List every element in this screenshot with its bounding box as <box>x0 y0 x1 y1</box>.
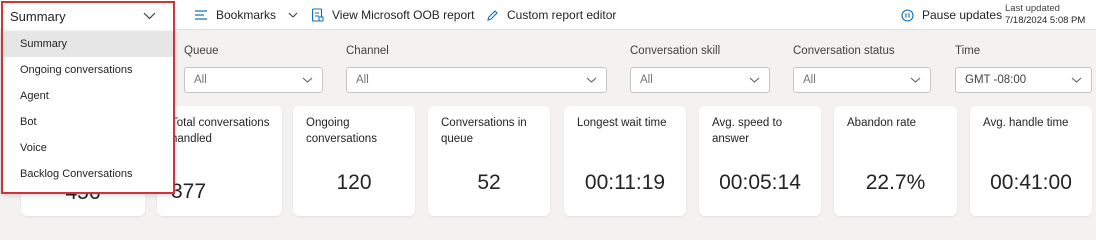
bookmarks-label: Bookmarks <box>216 8 277 22</box>
time-select-value: GMT -08:00 <box>965 74 1027 86</box>
edit-pencil-icon <box>487 9 498 21</box>
kpi-value: 00:11:19 <box>584 171 666 194</box>
channel-select-value: All <box>356 74 369 86</box>
report-select-value: Summary <box>10 8 66 24</box>
conversation-status-filter: Conversation status All <box>793 45 931 93</box>
pause-updates-button[interactable]: Pause updates <box>901 0 1002 30</box>
menu-item-backlog-conversations[interactable]: Backlog Conversations <box>1 161 174 187</box>
queue-filter-label: Queue <box>184 45 219 57</box>
channel-select[interactable]: All <box>346 67 607 93</box>
report-select[interactable]: Summary <box>1 1 174 31</box>
last-updated: Last updated 7/18/2024 5:08 PM <box>1005 3 1085 27</box>
kpi-value: 456 <box>21 193 145 205</box>
bookmark-list-icon <box>195 10 207 20</box>
kpi-card: Longest wait time 00:11:19 <box>564 106 686 216</box>
conversation-skill-filter: Conversation skill All <box>630 45 770 93</box>
kpi-value: 00:05:14 <box>719 171 801 194</box>
kpi-card: Conversations in queue 52 <box>428 106 550 216</box>
pause-circle-icon <box>901 8 914 22</box>
kpi-title: Longest wait time <box>577 117 667 129</box>
queue-select-value: All <box>194 74 207 86</box>
chevron-down-icon <box>586 77 597 83</box>
kpi-title: Total conversations handled <box>171 117 270 145</box>
chevron-down-icon <box>910 77 921 83</box>
chevron-down-icon <box>288 12 298 18</box>
kpi-card: Avg. speed to answer 00:05:14 <box>699 106 821 216</box>
oob-report-label: View Microsoft OOB report <box>332 8 475 22</box>
kpi-value: 120 <box>336 171 372 194</box>
queue-select[interactable]: All <box>184 67 323 93</box>
kpi-title: Conversations in queue <box>441 117 527 145</box>
menu-item-voice[interactable]: Voice <box>1 135 174 161</box>
custom-editor-label: Custom report editor <box>507 8 617 22</box>
menu-item-agent[interactable]: Agent <box>1 83 174 109</box>
chevron-down-icon <box>749 77 760 83</box>
kpi-value-peek: 456 <box>21 193 145 206</box>
pause-updates-label: Pause updates <box>922 8 1003 22</box>
queue-filter: Queue All <box>184 45 323 93</box>
status-select-value: All <box>803 74 816 86</box>
last-updated-value: 7/18/2024 5:08 PM <box>1005 15 1086 26</box>
channel-filter: Channel All <box>346 45 607 93</box>
menu-item-summary[interactable]: Summary <box>1 31 174 57</box>
kpi-title: Avg. handle time <box>983 117 1069 129</box>
kpi-card: Ongoing conversations 120 <box>293 106 415 216</box>
report-icon <box>311 8 324 22</box>
status-select[interactable]: All <box>793 67 931 93</box>
menu-item-ongoing-conversations[interactable]: Ongoing conversations <box>1 57 174 83</box>
kpi-title: Avg. speed to answer <box>712 117 783 145</box>
kpi-value: 377 <box>171 180 207 203</box>
kpi-card: Total conversations handled 377 <box>157 106 282 216</box>
kpi-value: 52 <box>477 171 501 194</box>
kpi-card: Abandon rate 22.7% <box>834 106 957 216</box>
time-filter: Time GMT -08:00 <box>955 45 1092 93</box>
kpi-value: 22.7% <box>865 171 926 194</box>
last-updated-label: Last updated <box>1005 3 1060 14</box>
chevron-down-icon <box>143 12 156 20</box>
kpi-title: Ongoing conversations <box>306 117 377 145</box>
skill-select[interactable]: All <box>630 67 770 93</box>
channel-filter-label: Channel <box>346 45 389 57</box>
time-filter-label: Time <box>955 45 981 57</box>
time-select[interactable]: GMT -08:00 <box>955 67 1092 93</box>
kpi-value: 00:41:00 <box>990 171 1072 194</box>
custom-report-editor-button[interactable]: Custom report editor <box>486 0 616 30</box>
chevron-down-icon <box>302 77 313 83</box>
bookmarks-button[interactable]: Bookmarks <box>194 0 298 30</box>
report-dropdown-menu: Summary Ongoing conversations Agent Bot … <box>1 31 174 193</box>
skill-select-value: All <box>640 74 653 86</box>
kpi-card: Avg. handle time 00:41:00 <box>970 106 1092 216</box>
view-oob-report-button[interactable]: View Microsoft OOB report <box>311 0 475 30</box>
status-filter-label: Conversation status <box>793 45 895 57</box>
kpi-title: Abandon rate <box>847 117 917 129</box>
menu-item-bot[interactable]: Bot <box>1 109 174 135</box>
chevron-down-icon <box>1071 77 1082 83</box>
skill-filter-label: Conversation skill <box>630 45 721 57</box>
